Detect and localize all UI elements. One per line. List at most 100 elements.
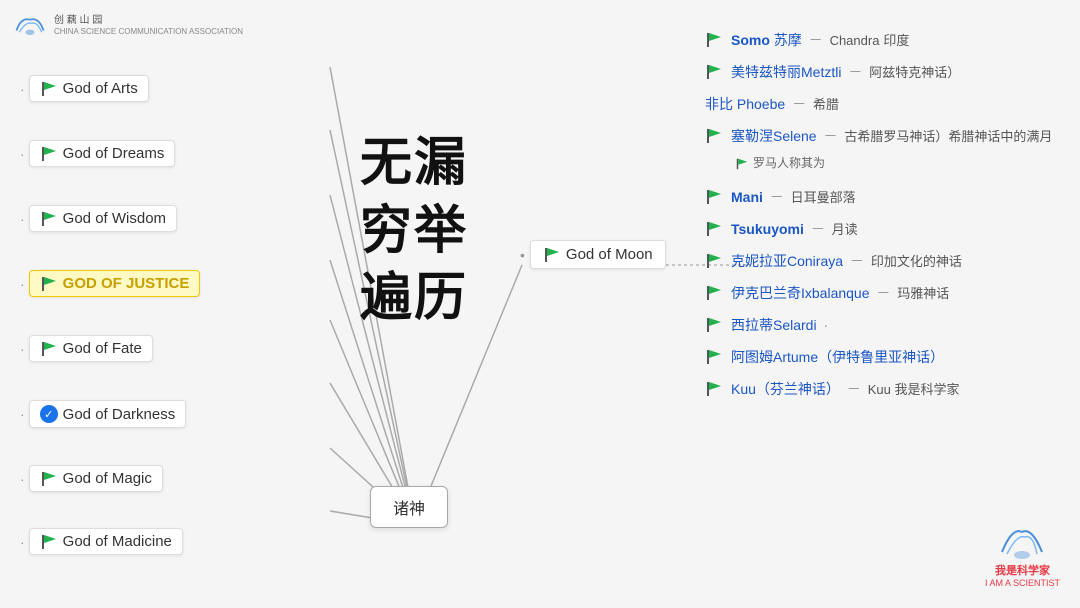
item-desc: 日耳曼部落 <box>791 190 856 205</box>
flag-icon <box>40 471 58 487</box>
right-item-content-5: Tsukuyomi － 月读 <box>731 219 1065 239</box>
node-label-wisdom: God of Wisdom <box>63 210 166 227</box>
node-bullet: · <box>20 341 25 357</box>
node-madicine[interactable]: · God of Madicine <box>20 528 183 555</box>
node-arts[interactable]: · God of Arts <box>20 75 149 102</box>
node-fate[interactable]: · God of Fate <box>20 335 153 362</box>
item-name-cn: 塞勒涅Selene <box>731 128 817 144</box>
node-bullet: · <box>20 81 25 97</box>
watermark-sub: I AM A SCIENTIST <box>985 578 1060 588</box>
flag-icon <box>40 534 58 550</box>
node-justice[interactable]: · GOD OF JUSTICE <box>20 270 200 297</box>
node-box-wisdom[interactable]: God of Wisdom <box>29 205 177 232</box>
item-desc2: 印度 <box>883 33 909 48</box>
flag-icon <box>705 221 723 237</box>
node-bullet: · <box>20 471 25 487</box>
flag-icon <box>705 285 723 301</box>
node-bullet: · <box>20 534 25 550</box>
node-box-arts[interactable]: God of Arts <box>29 75 149 102</box>
right-item-3: 塞勒涅Selene － 古希腊罗马神话）希腊神话中的满月罗马人称其为 <box>705 126 1065 175</box>
right-item-0: Somo 苏摩 － Chandra 印度 <box>705 30 1065 50</box>
right-item-content-4: Mani － 日耳曼部落 <box>731 187 1065 207</box>
right-item-content-6: 克妮拉亚Coniraya － 印加文化的神话 <box>731 251 1065 271</box>
item-desc: Kuu 我是科学家 <box>868 382 960 397</box>
item-name-cn: 伊克巴兰奇Ixbalanque <box>731 285 870 301</box>
node-label-justice: GOD OF JUSTICE <box>63 275 190 292</box>
item-name-en: Mani <box>731 189 763 205</box>
item-name-en: Tsukuyomi <box>731 221 804 237</box>
center-chinese-text: 无漏 穷举 遍历 <box>360 130 468 333</box>
right-item-1: 美特兹特丽Metztli － 阿兹特克神话） <box>705 62 1065 82</box>
node-bullet: · <box>20 211 25 227</box>
node-dreams[interactable]: · God of Dreams <box>20 140 175 167</box>
node-wisdom[interactable]: · God of Wisdom <box>20 205 177 232</box>
flag-icon <box>705 317 723 333</box>
item-desc: 希腊 <box>813 97 839 112</box>
item-dash: － <box>847 381 861 397</box>
right-item-sub: 罗马人称其为 <box>705 154 1065 171</box>
central-node: 诸神 <box>370 486 448 528</box>
item-desc: Chandra <box>830 33 880 48</box>
flag-icon <box>705 32 723 48</box>
flag-icon <box>705 349 723 365</box>
item-dash: － <box>848 64 862 80</box>
flag-icon <box>705 253 723 269</box>
node-label-fate: God of Fate <box>63 340 142 357</box>
node-label-madicine: God of Madicine <box>63 533 172 550</box>
check-icon: ✓ <box>40 405 58 423</box>
node-box-fate[interactable]: God of Fate <box>29 335 153 362</box>
node-label-dreams: God of Dreams <box>63 145 165 162</box>
right-item-content-9: 阿图姆Artume（伊特鲁里亚神话） <box>731 347 1065 367</box>
node-bullet: · <box>20 406 25 422</box>
right-item-content-0: Somo 苏摩 － Chandra 印度 <box>731 30 1065 50</box>
flag-icon <box>40 146 58 162</box>
right-item-7: 伊克巴兰奇Ixbalanque － 玛雅神话 <box>705 283 1065 303</box>
item-dash: － <box>792 96 806 112</box>
moon-box: God of Moon <box>530 240 666 269</box>
flag-icon <box>40 211 58 227</box>
moon-flag-icon <box>543 247 561 263</box>
right-item-2: 非比 Phoebe － 希腊 <box>705 94 1065 114</box>
item-dash: － <box>809 32 823 48</box>
flag-icon <box>40 276 58 292</box>
node-box-darkness[interactable]: ✓God of Darkness <box>29 400 187 428</box>
item-desc: 古希腊罗马神话）希腊神话中的满月 <box>844 129 1052 144</box>
right-item-5: Tsukuyomi － 月读 <box>705 219 1065 239</box>
flag-icon <box>705 128 723 144</box>
right-item-8: 西拉蒂Selardi · <box>705 315 1065 335</box>
node-magic[interactable]: · God of Magic <box>20 465 163 492</box>
item-desc: 阿兹特克神话） <box>869 65 960 80</box>
right-item-content-3: 塞勒涅Selene － 古希腊罗马神话）希腊神话中的满月 <box>731 126 1065 146</box>
item-name-en: Somo <box>731 32 770 48</box>
right-panel: Somo 苏摩 － Chandra 印度 美特兹特丽Metztli － 阿兹特克… <box>690 20 1080 600</box>
node-box-dreams[interactable]: God of Dreams <box>29 140 176 167</box>
right-item-content-2: 非比 Phoebe － 希腊 <box>705 94 1065 114</box>
right-item-content-10: Kuu（芬兰神话） － Kuu 我是科学家 <box>731 379 1065 399</box>
right-item-10: Kuu（芬兰神话） － Kuu 我是科学家 <box>705 379 1065 399</box>
item-dash: － <box>811 221 825 237</box>
left-panel: · God of Arts· God of Dreams· God of Wis… <box>10 30 330 590</box>
watermark: 我是科学家 I AM A SCIENTIST <box>985 522 1060 588</box>
moon-node: • God of Moon <box>520 240 666 269</box>
node-bullet: · <box>20 146 25 162</box>
item-name-cn: 克妮拉亚Coniraya <box>731 253 843 269</box>
right-item-content-1: 美特兹特丽Metztli － 阿兹特克神话） <box>731 62 1065 82</box>
node-box-magic[interactable]: God of Magic <box>29 465 163 492</box>
node-label-magic: God of Magic <box>63 470 152 487</box>
flag-icon <box>40 341 58 357</box>
node-box-justice[interactable]: GOD OF JUSTICE <box>29 270 201 297</box>
node-bullet: · <box>20 276 25 292</box>
node-box-madicine[interactable]: God of Madicine <box>29 528 183 555</box>
item-name-cn: 美特兹特丽Metztli <box>731 64 841 80</box>
item-name-cn: 非比 Phoebe <box>705 96 785 112</box>
flag-icon <box>705 64 723 80</box>
item-dash: － <box>770 189 784 205</box>
node-darkness[interactable]: ·✓God of Darkness <box>20 400 186 428</box>
item-name-cn: 阿图姆Artume（伊特鲁里亚神话） <box>731 349 944 365</box>
item-name-cn: 西拉蒂Selardi <box>731 317 817 333</box>
right-item-9: 阿图姆Artume（伊特鲁里亚神话） <box>705 347 1065 367</box>
watermark-text: 我是科学家 <box>995 562 1050 578</box>
item-name-cn: 苏摩 <box>774 32 802 48</box>
right-item-6: 克妮拉亚Coniraya － 印加文化的神话 <box>705 251 1065 271</box>
right-item-4: Mani － 日耳曼部落 <box>705 187 1065 207</box>
